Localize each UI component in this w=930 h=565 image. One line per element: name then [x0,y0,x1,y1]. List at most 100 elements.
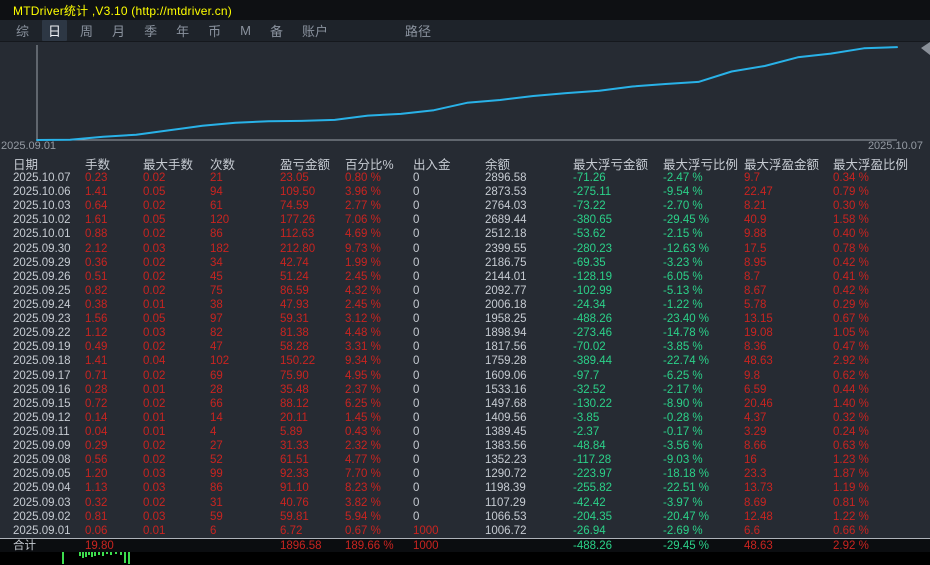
table-row[interactable]: 2025.09.23 1.56 0.05 97 59.31 3.12 % 0 1958.25 -… [0,312,930,326]
table-cell: 2025.09.01 [13,524,71,537]
table-cell: 40.76 [280,496,309,509]
table-row[interactable]: 2025.09.04 1.13 0.03 86 91.10 8.23 % 0 1198.39 -… [0,481,930,495]
table-cell: 1.56 [85,313,108,326]
table-cell: -117.28 [573,454,612,467]
table-cell: 1.41 [85,355,108,368]
table-cell: 61.51 [280,454,309,467]
table-cell: 112.63 [280,228,315,241]
table-cell: 150.22 [280,355,316,368]
table-cell: 2025.09.02 [13,510,71,523]
table-cell: 0 [413,256,420,269]
table-row[interactable]: 2025.09.18 1.41 0.04 102 150.22 9.34 % 0 1759.2… [0,354,930,368]
table-cell: 28 [210,383,223,396]
table-cell: 0.03 [143,242,166,255]
table-cell: 5.89 [280,425,303,438]
table-row[interactable]: 2025.09.15 0.72 0.02 66 88.12 6.25 % 0 1497.68 -… [0,397,930,411]
table-cell: 0 [413,298,420,311]
table-row[interactable]: 2025.09.24 0.38 0.01 38 47.93 2.45 % 0 2006.18 -… [0,298,930,312]
table-row[interactable]: 2025.10.01 0.88 0.02 86 112.63 4.69 % 0 2512.18… [0,227,930,241]
total-cell: 48.63 [744,540,773,552]
table-cell: 0.01 [143,383,166,396]
table-cell: 8.67 [744,284,767,297]
table-cell: -8.90 % [663,397,703,410]
table-cell: 0 [413,172,420,184]
table-cell: 31.33 [280,440,309,453]
menu-item-4[interactable]: 月 [106,20,131,41]
table-row[interactable]: 2025.09.30 2.12 0.03 182 212.80 9.73 % 0 2399.5… [0,242,930,256]
table-row[interactable]: 2025.09.25 0.82 0.02 75 86.59 4.32 % 0 2092.77 -… [0,284,930,298]
table-row[interactable]: 2025.09.16 0.28 0.01 28 35.48 2.37 % 0 1533.16 -… [0,383,930,397]
table-cell: 0 [413,284,420,297]
table-cell: 12.48 [744,510,773,523]
table-cell: 0.64 [85,200,108,213]
table-row[interactable]: 2025.10.03 0.64 0.02 61 74.59 2.77 % 0 2764.03 -… [0,199,930,213]
table-cell: -3.85 [573,411,600,424]
table-cell: 81.38 [280,327,309,340]
table-row[interactable]: 2025.09.05 1.20 0.03 99 92.33 7.70 % 0 1290.72 -… [0,467,930,481]
table-cell: 1.05 % [833,327,869,340]
table-cell: -280.23 [573,242,613,255]
menu-item-9[interactable]: 备 [264,20,289,41]
menu-item-3[interactable]: 周 [74,20,99,41]
table-cell: 8.7 [744,270,760,283]
table-row[interactable]: 2025.09.11 0.04 0.01 4 5.89 0.43 % 0 1389.45 -2.… [0,425,930,439]
table-row[interactable]: 2025.09.19 0.49 0.02 47 58.28 3.31 % 0 1817.56 -… [0,340,930,354]
table-cell: 0.02 [143,270,166,283]
table-cell: 2.12 [85,242,108,255]
table-row[interactable]: 2025.10.07 0.23 0.02 21 23.05 0.80 % 0 2896.58 -… [0,171,930,185]
table-cell: 1759.28 [485,355,527,368]
table-row[interactable]: 2025.09.29 0.36 0.02 34 42.74 1.99 % 0 2186.75 -… [0,256,930,270]
table-cell: 2025.09.24 [13,298,71,311]
total-cell: 189.66 % [345,540,394,552]
table-row[interactable]: 2025.09.26 0.51 0.02 45 51.24 2.45 % 0 2144.01 -… [0,270,930,284]
table-cell: 0 [413,440,420,453]
table-cell: 0.02 [143,172,166,184]
table-cell: 0.41 % [833,270,869,283]
table-cell: 51.24 [280,270,309,283]
menu-item-11[interactable]: 路径 [399,20,437,41]
table-row[interactable]: 2025.09.22 1.12 0.03 82 81.38 4.48 % 0 1898.94 -… [0,326,930,340]
app-window: MTDriver统计 ,V3.10 (http://mtdriver.cn) 综… [0,0,930,565]
table-cell: 48.63 [744,355,773,368]
menu-item-5[interactable]: 季 [138,20,163,41]
table-cell: -42.42 [573,496,606,509]
table-cell: 0.78 % [833,242,869,255]
table-row[interactable]: 2025.09.09 0.29 0.02 27 31.33 2.32 % 0 1383.56 -… [0,439,930,453]
table-cell: 27 [210,440,223,453]
volume-bar [82,552,84,558]
table-row[interactable]: 2025.09.12 0.14 0.01 14 20.11 1.45 % 0 1409.56 -… [0,411,930,425]
table-row[interactable]: 2025.10.02 1.61 0.05 120 177.26 7.06 % 0 2689.4… [0,213,930,227]
table-header-row: 日期 手数 最大手数 次数 盈亏金额 百分比% 出入金 余额 最大浮亏金额 最大浮亏比例 最大浮盈金… [0,152,930,172]
table-cell: 5.78 [744,298,767,311]
chart-splitter-marker-icon[interactable] [921,42,930,55]
table-row[interactable]: 2025.09.02 0.81 0.03 59 59.81 5.94 % 0 1066.53 -… [0,510,930,524]
menu-item-1[interactable]: 综 [10,20,35,41]
table-row[interactable]: 2025.09.17 0.71 0.02 69 75.90 4.95 % 0 1609.06 -… [0,369,930,383]
table-row[interactable]: 2025.10.06 1.41 0.05 94 109.50 3.96 % 0 2873.53… [0,185,930,199]
menu-item-10[interactable]: 账户 [296,20,334,41]
table-cell: 0.42 % [833,256,869,269]
table-row[interactable]: 2025.09.01 0.06 0.01 6 6.72 0.67 % 1000 1006.72… [0,524,930,538]
table-cell: 38 [210,298,223,311]
table-cell: 6 [210,524,217,537]
table-cell: 2025.09.18 [13,355,71,368]
menu-item-7[interactable]: 币 [202,20,227,41]
menu-item-6[interactable]: 年 [170,20,195,41]
table-cell: 13.15 [744,313,773,326]
table-cell: 0.23 [85,172,108,184]
table-cell: 2.45 % [345,298,381,311]
table-cell: 0 [413,496,420,509]
menu-item-2[interactable]: 日 [42,20,68,41]
table-cell: 0.62 % [833,369,869,382]
table-row[interactable]: 2025.09.08 0.56 0.02 52 61.51 4.77 % 0 1352.23 -… [0,453,930,467]
menu-item-8[interactable]: M [234,22,257,39]
table-cell: 2025.09.17 [13,369,71,382]
table-cell: 0.80 % [345,172,381,184]
table-cell: 1.61 [85,214,108,227]
table-row[interactable]: 2025.09.03 0.32 0.02 31 40.76 3.82 % 0 1107.29 -… [0,496,930,510]
table-cell: 1533.16 [485,383,527,396]
table-cell: 2.92 % [833,355,869,368]
table-cell: 86 [210,482,223,495]
table-cell: 1198.39 [485,482,526,495]
table-cell: -380.65 [573,214,613,227]
